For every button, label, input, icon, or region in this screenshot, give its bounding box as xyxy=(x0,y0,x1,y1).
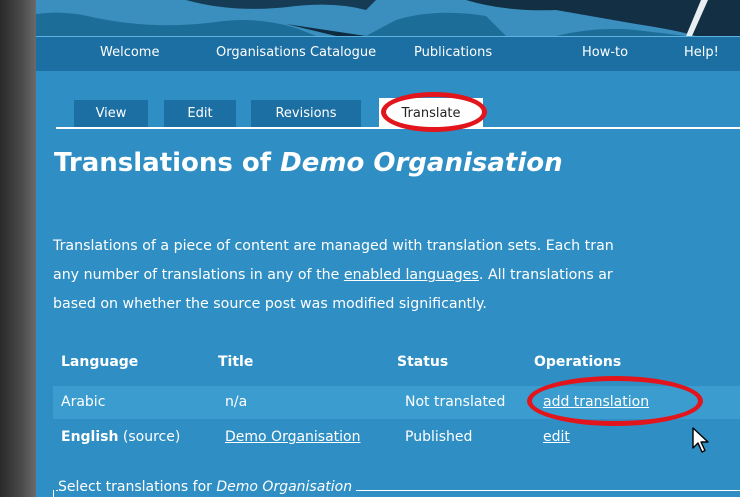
page-title-prefix: Translations of xyxy=(54,148,281,178)
row-status: Not translated xyxy=(405,394,506,410)
tabs-underline xyxy=(56,127,740,129)
col-operations: Operations xyxy=(534,354,622,370)
translate-tab-highlight xyxy=(381,92,487,132)
intro-line-2a: any number of translations in any of the xyxy=(53,267,344,283)
row-language: Arabic xyxy=(61,394,105,410)
edit-link[interactable]: edit xyxy=(543,429,570,445)
tab-revisions[interactable]: Revisions xyxy=(251,100,361,128)
left-gutter xyxy=(0,0,36,497)
intro-line-3: based on whether the source post was mod… xyxy=(53,296,487,312)
add-translation-highlight xyxy=(527,376,703,426)
enabled-languages-link[interactable]: enabled languages xyxy=(344,267,479,283)
intro-line-2b: . All translations ar xyxy=(478,267,613,283)
row-language-name: Arabic xyxy=(61,394,106,410)
nav-welcome[interactable]: Welcome xyxy=(100,45,159,60)
page-title: Translations of Demo Organisation xyxy=(54,148,563,178)
intro-line-1: Translations of a piece of content are m… xyxy=(53,238,614,254)
edit-anchor[interactable]: edit xyxy=(543,429,570,445)
page-title-node: Demo Organisation xyxy=(280,148,563,178)
row-status: Published xyxy=(405,429,473,445)
row-title[interactable]: Demo Organisation xyxy=(225,429,361,445)
col-title: Title xyxy=(218,354,254,370)
col-status: Status xyxy=(397,354,449,370)
header-banner xyxy=(36,0,740,36)
row-language-suffix: (source) xyxy=(118,429,181,445)
site-frame: Welcome Organisations Catalogue Publicat… xyxy=(36,0,740,497)
nav-organisations-catalogue[interactable]: Organisations Catalogue xyxy=(216,45,376,60)
fieldset-legend[interactable]: Select translations for Demo Organisatio… xyxy=(58,479,357,495)
mouse-pointer-icon xyxy=(692,427,709,453)
fieldset-legend-node: Demo Organisation xyxy=(216,479,353,495)
intro-text: Translations of a piece of content are m… xyxy=(53,232,740,319)
row-language-name: English xyxy=(61,429,119,445)
main-nav: Welcome Organisations Catalogue Publicat… xyxy=(36,36,740,71)
translations-table-header: Language Title Status Operations xyxy=(53,352,740,372)
nav-publications[interactable]: Publications xyxy=(414,45,492,60)
tab-view[interactable]: View xyxy=(74,100,148,128)
fieldset-legend-prefix: Select translations for xyxy=(58,479,217,495)
demo-organisation-link[interactable]: Demo Organisation xyxy=(225,429,361,445)
nav-help[interactable]: Help! xyxy=(684,45,719,60)
col-language: Language xyxy=(61,354,139,370)
fieldset-corner xyxy=(53,490,54,497)
tab-edit[interactable]: Edit xyxy=(164,100,236,128)
nav-how-to[interactable]: How-to xyxy=(582,45,628,60)
table-row: English (source) Demo Organisation Publi… xyxy=(53,421,740,454)
row-language: English (source) xyxy=(61,429,180,445)
row-title: n/a xyxy=(225,394,248,410)
